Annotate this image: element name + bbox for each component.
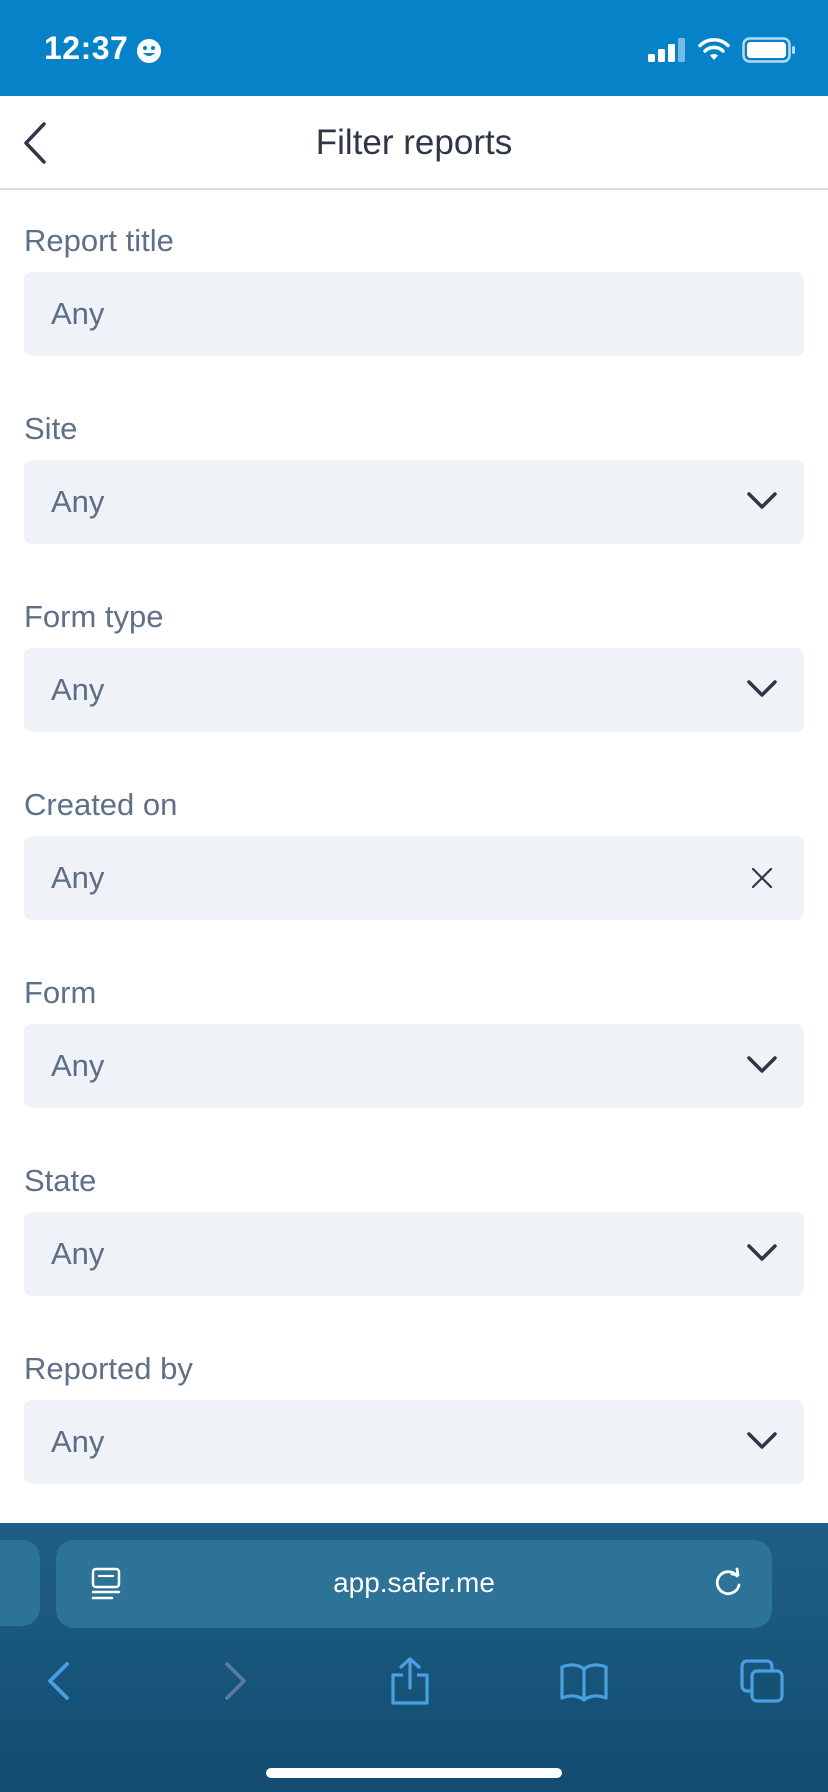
field-label: Created on [24, 787, 178, 822]
browser-nav-toolbar [0, 1653, 828, 1733]
home-indicator [266, 1768, 562, 1778]
status-bar: 12:37 [0, 0, 828, 96]
reported-by-select[interactable]: Any [24, 1400, 804, 1484]
filter-form: Form Any [24, 942, 804, 1130]
field-label: Form type [24, 599, 164, 634]
share-button[interactable] [382, 1653, 438, 1709]
field-label: Report title [24, 223, 174, 258]
battery-icon [742, 37, 795, 63]
cellular-signal-icon [648, 38, 685, 62]
field-value: Any [51, 672, 105, 707]
field-value: Any [51, 860, 105, 895]
field-label: Site [24, 411, 78, 446]
field-value: Any [51, 1236, 105, 1271]
created-on-input[interactable]: Any [24, 836, 804, 920]
back-icon [48, 1662, 69, 1700]
field-value: Any [51, 296, 105, 331]
filter-form-type: Form type Any [24, 566, 804, 754]
tabs-button[interactable] [734, 1653, 790, 1709]
filter-form: Report title Any Site Any Form type Any … [24, 190, 804, 1506]
state-select[interactable]: Any [24, 1212, 804, 1296]
bookmarks-icon [560, 1663, 608, 1702]
report-title-input[interactable]: Any [24, 272, 804, 356]
smiley-icon [137, 39, 161, 63]
field-value: Any [51, 1048, 105, 1083]
page-title: Filter reports [315, 123, 513, 162]
site-select[interactable]: Any [24, 460, 804, 544]
form-select[interactable]: Any [24, 1024, 804, 1108]
status-time: 12:37 [44, 30, 129, 66]
chevron-down-icon [747, 1056, 777, 1073]
chevron-down-icon [747, 680, 777, 697]
tabs-icon [740, 1659, 784, 1703]
bookmarks-button[interactable] [556, 1653, 612, 1709]
back-button[interactable] [30, 1653, 86, 1709]
close-icon[interactable] [750, 866, 774, 890]
form-type-select[interactable]: Any [24, 648, 804, 732]
chevron-down-icon [747, 1244, 777, 1261]
filter-report-title: Report title Any [24, 190, 804, 378]
url-text: app.safer.me [333, 1567, 495, 1598]
filter-created-on: Created on Any [24, 754, 804, 942]
status-icons [648, 36, 796, 64]
forward-icon [225, 1662, 246, 1700]
field-label: Reported by [24, 1351, 193, 1386]
filter-site: Site Any [24, 378, 804, 566]
field-value: Any [51, 484, 105, 519]
field-value: Any [51, 1424, 105, 1459]
filter-reported-by: Reported by Any [24, 1318, 804, 1506]
field-label: Form [24, 975, 97, 1010]
field-label: State [24, 1163, 97, 1198]
previous-tab[interactable] [0, 1540, 40, 1626]
chevron-down-icon [747, 492, 777, 509]
chevron-down-icon [747, 1432, 777, 1449]
address-bar[interactable]: app.safer.me [56, 1540, 772, 1628]
wifi-icon [698, 38, 730, 60]
nav-header: Filter reports [0, 96, 828, 190]
reload-icon[interactable] [710, 1565, 746, 1601]
share-icon [391, 1657, 429, 1705]
filter-state: State Any [24, 1130, 804, 1318]
forward-button[interactable] [208, 1653, 264, 1709]
browser-toolbar: app.safer.me [0, 1523, 828, 1792]
